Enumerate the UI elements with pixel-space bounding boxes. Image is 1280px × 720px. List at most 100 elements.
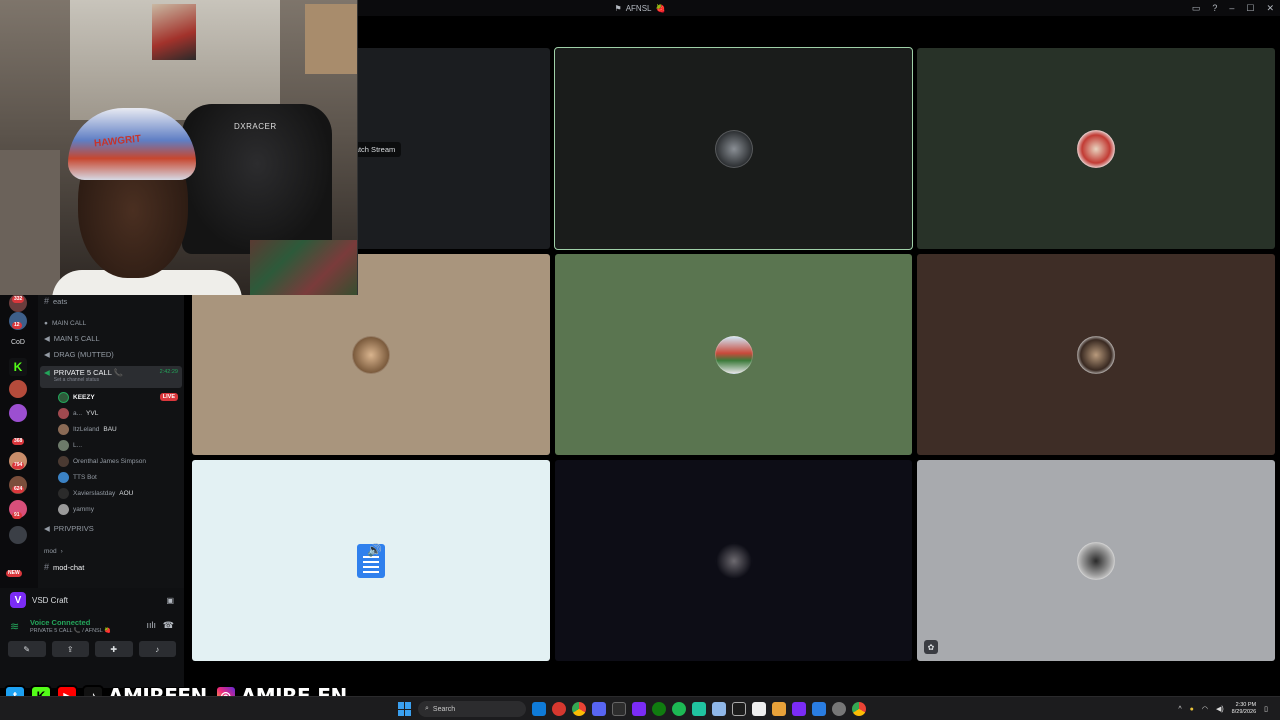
screen-icon[interactable]: ▣ <box>166 596 174 605</box>
calculator-icon[interactable] <box>612 702 626 716</box>
hash-icon: # <box>44 562 50 572</box>
window-title-text: AFNSL <box>625 3 652 13</box>
video-tile-5[interactable] <box>555 254 912 455</box>
member-name: ItzLeland <box>73 426 100 433</box>
kick-server-icon[interactable]: K <box>9 358 27 376</box>
member-row[interactable]: Orenthal James Simpson <box>58 456 146 467</box>
member-row[interactable]: L... <box>58 440 82 451</box>
app-icon-blue[interactable] <box>712 702 726 716</box>
app-icon-red[interactable] <box>552 702 566 716</box>
camera-button[interactable]: ✎ <box>8 641 46 657</box>
signal-icon[interactable]: ≋ <box>10 620 19 633</box>
avatar <box>58 472 69 483</box>
member-row[interactable]: yammy <box>58 504 94 515</box>
participant-avatar <box>714 541 753 580</box>
screen-share-button[interactable]: ⇪ <box>51 641 89 657</box>
app-icon-a[interactable] <box>732 702 746 716</box>
avatar <box>58 440 69 451</box>
app-icon-purple[interactable] <box>632 702 646 716</box>
voice-channel-privprivs[interactable]: ◀ PRIVPRIVS <box>44 524 94 533</box>
server-badge: 332 <box>12 296 25 303</box>
app-icon-orange[interactable] <box>772 702 786 716</box>
edge-icon[interactable] <box>532 702 546 716</box>
member-name: yammy <box>73 506 94 513</box>
close-icon[interactable]: ✕ <box>1266 3 1274 14</box>
window-title-emoji: 🍓 <box>655 3 666 13</box>
cod-label: CoD <box>10 338 25 346</box>
spotify-icon[interactable] <box>672 702 686 716</box>
server-icon-8[interactable] <box>9 526 27 544</box>
voice-channel-private5[interactable]: ◀ PRIVATE 5 CALL 📞 Set a channel status … <box>40 366 182 388</box>
channel-list: # eats ● MAIN CALL ◀ MAIN 5 CALL ◀ DRAG (MUT… <box>38 290 184 588</box>
windows-start-icon[interactable] <box>398 702 412 716</box>
member-row[interactable]: TTS Bot <box>58 472 97 483</box>
member-row[interactable]: KEEZY <box>58 392 95 403</box>
voice-connected-panel: ≋ Voice Connected PRIVATE 5 CALL 📞 / AFN… <box>6 616 178 638</box>
channel-name: PRIVATE 5 CALL <box>53 368 112 377</box>
member-row[interactable]: Xavierslastday AOU <box>58 488 133 499</box>
channel-name: MAIN 5 CALL <box>53 334 100 343</box>
photos-icon[interactable] <box>812 702 826 716</box>
voice-location[interactable]: PRIVATE 5 CALL 📞 / AFNSL 🍓 <box>30 628 111 634</box>
xbox-icon[interactable] <box>652 702 666 716</box>
notification-icon[interactable]: ▯ <box>1264 705 1268 713</box>
chevron-up-icon[interactable]: ^ <box>1178 706 1181 713</box>
video-tile-8[interactable] <box>555 460 912 661</box>
streamer: HAWGRIT <box>52 98 242 295</box>
member-row[interactable]: ItzLeland BAU <box>58 424 117 435</box>
video-tile-9[interactable] <box>917 460 1275 661</box>
text-channel-mod-chat[interactable]: # mod-chat <box>44 562 84 572</box>
text-channel-eats[interactable]: # eats <box>44 296 67 306</box>
volume-icon[interactable]: ◀) <box>1216 705 1224 713</box>
server-icon-3[interactable] <box>9 380 27 398</box>
chrome-icon[interactable] <box>572 702 586 716</box>
vsd-taskbar-icon[interactable] <box>792 702 806 716</box>
speaker-channel-icon: ◀ <box>44 350 50 359</box>
maximize-icon[interactable]: ☐ <box>1246 3 1254 14</box>
voice-channel-drag[interactable]: ◀ DRAG (MUTTED) <box>44 350 114 359</box>
mic-icon[interactable]: ● <box>1190 706 1194 713</box>
channel-status-hint[interactable]: Set a channel status <box>54 377 123 383</box>
active-channel-text: PRIVATE 5 CALL 📞 Set a channel status <box>54 368 123 383</box>
app-root: ⚑ AFNSL 🍓 ▭ ? – ☐ ✕ Watch Stream 🔊 ✿ 332… <box>0 0 1280 720</box>
app-icon-teal[interactable] <box>692 702 706 716</box>
video-tile-7[interactable] <box>192 460 550 661</box>
video-tile-6[interactable] <box>917 254 1275 455</box>
webcam-box <box>305 4 357 74</box>
video-tile-3[interactable] <box>917 48 1275 249</box>
webcam-blanket <box>250 240 357 295</box>
webcam-poster <box>152 4 196 60</box>
tile-emoji-icon[interactable]: ✿ <box>924 640 938 654</box>
user-panel: V VSD Craft ▣ ≋ Voice Connected PRIVATE … <box>0 588 184 688</box>
chrome-icon-2[interactable] <box>852 702 866 716</box>
category-mod[interactable]: mod › <box>44 548 63 555</box>
chevron-right-icon: › <box>60 548 63 555</box>
vsd-craft-bar[interactable]: V VSD Craft ▣ <box>4 590 180 610</box>
member-row[interactable]: a... YVL <box>58 408 98 419</box>
app-icon-white[interactable] <box>752 702 766 716</box>
server-icon-cod[interactable]: CoD <box>9 333 27 351</box>
inbox-icon[interactable]: ▭ <box>1192 3 1201 14</box>
server-icon-4[interactable] <box>9 404 27 422</box>
clock[interactable]: 2:30 PM 8/29/2026 <box>1232 702 1256 716</box>
clock-time: 2:30 PM <box>1235 702 1257 708</box>
voice-channel-main5[interactable]: ◀ MAIN 5 CALL <box>44 334 100 343</box>
video-tile-2[interactable] <box>554 47 913 250</box>
member-name: L... <box>73 442 83 449</box>
minimize-icon[interactable]: – <box>1229 3 1234 13</box>
disconnect-icon[interactable]: ☎ <box>163 620 174 631</box>
server-badge: 794 <box>12 462 25 469</box>
category-main-call[interactable]: ● MAIN CALL <box>44 320 86 327</box>
activities-button[interactable]: ✚ <box>95 641 133 657</box>
webcam-bed <box>0 150 60 295</box>
new-badge: NEW <box>6 570 22 577</box>
wifi-icon[interactable]: ◠ <box>1202 705 1208 713</box>
taskbar-search[interactable]: ⌕ Search <box>418 701 526 717</box>
soundboard-button[interactable]: ♪ <box>138 641 176 657</box>
member-tag: AOU <box>119 490 134 497</box>
noise-suppression-icon[interactable]: ıılı <box>146 620 156 630</box>
settings-icon[interactable] <box>832 702 846 716</box>
discord-icon[interactable] <box>592 702 606 716</box>
system-tray: ^ ● ◠ ◀) 2:30 PM 8/29/2026 ▯ <box>1178 699 1268 719</box>
help-icon[interactable]: ? <box>1212 3 1217 13</box>
